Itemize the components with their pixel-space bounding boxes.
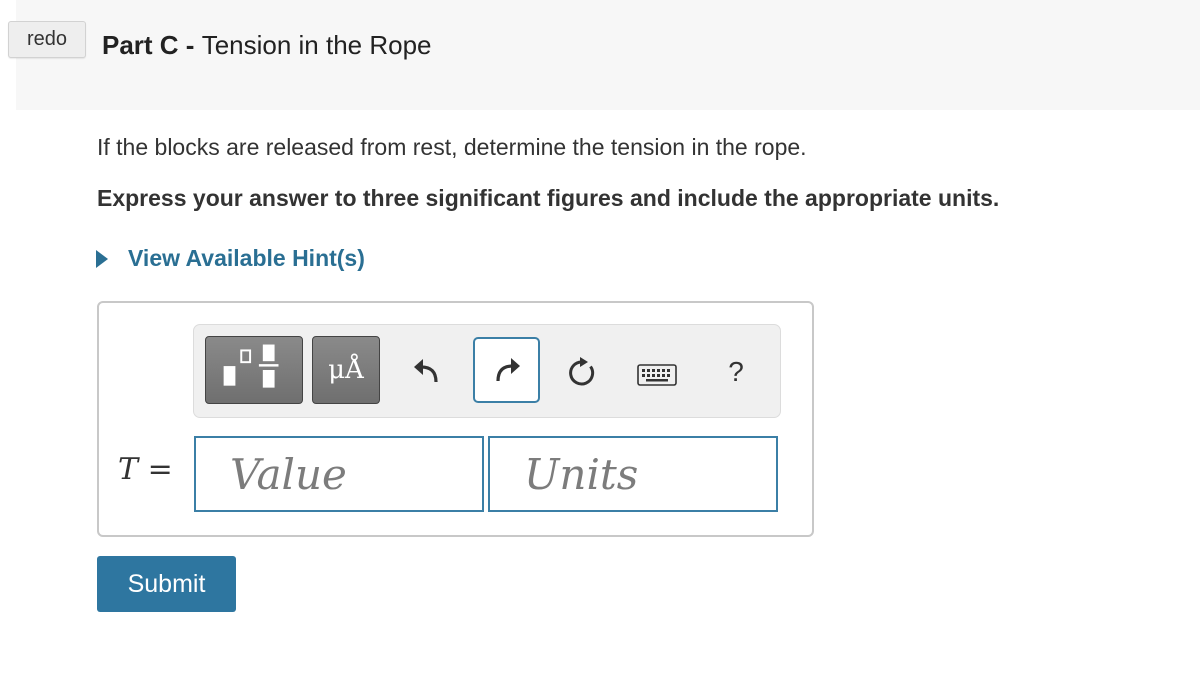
undo-button[interactable] [406,350,448,392]
part-title-text: Tension in the Rope [201,30,432,60]
symbols-icon: μÅ [328,355,364,385]
symbols-button[interactable]: μÅ [312,336,380,404]
expand-triangle-icon [96,249,108,268]
value-input[interactable] [194,436,484,512]
question-text: If the blocks are released from rest, de… [97,134,807,160]
part-separator: - [178,30,202,60]
templates-button[interactable] [205,336,303,404]
equals-sign: = [147,452,173,487]
redo-icon [495,358,520,382]
reset-button[interactable] [561,352,603,394]
help-button[interactable]: ? [718,352,754,392]
undo-icon [414,359,438,383]
redo-button[interactable] [473,337,540,403]
keyboard-button[interactable] [635,360,679,390]
redo-part-button[interactable]: redo [8,21,86,58]
instruction-text: Express your answer to three significant… [97,185,1000,211]
answer-variable-label: T = [118,452,173,487]
view-hints-label: View Available Hint(s) [128,245,365,271]
part-title: Part C - Tension in the Rope [102,30,432,61]
part-label: Part C [102,30,179,60]
templates-icon [223,344,279,388]
keyboard-icon [637,364,677,386]
reset-icon [569,357,595,386]
view-hints-toggle[interactable]: View Available Hint(s) [96,245,365,272]
answer-variable: T [118,452,139,487]
redo-part-label: redo [26,28,68,50]
submit-button[interactable]: Submit [97,556,236,612]
help-icon: ? [728,356,744,387]
units-input[interactable] [488,436,778,512]
